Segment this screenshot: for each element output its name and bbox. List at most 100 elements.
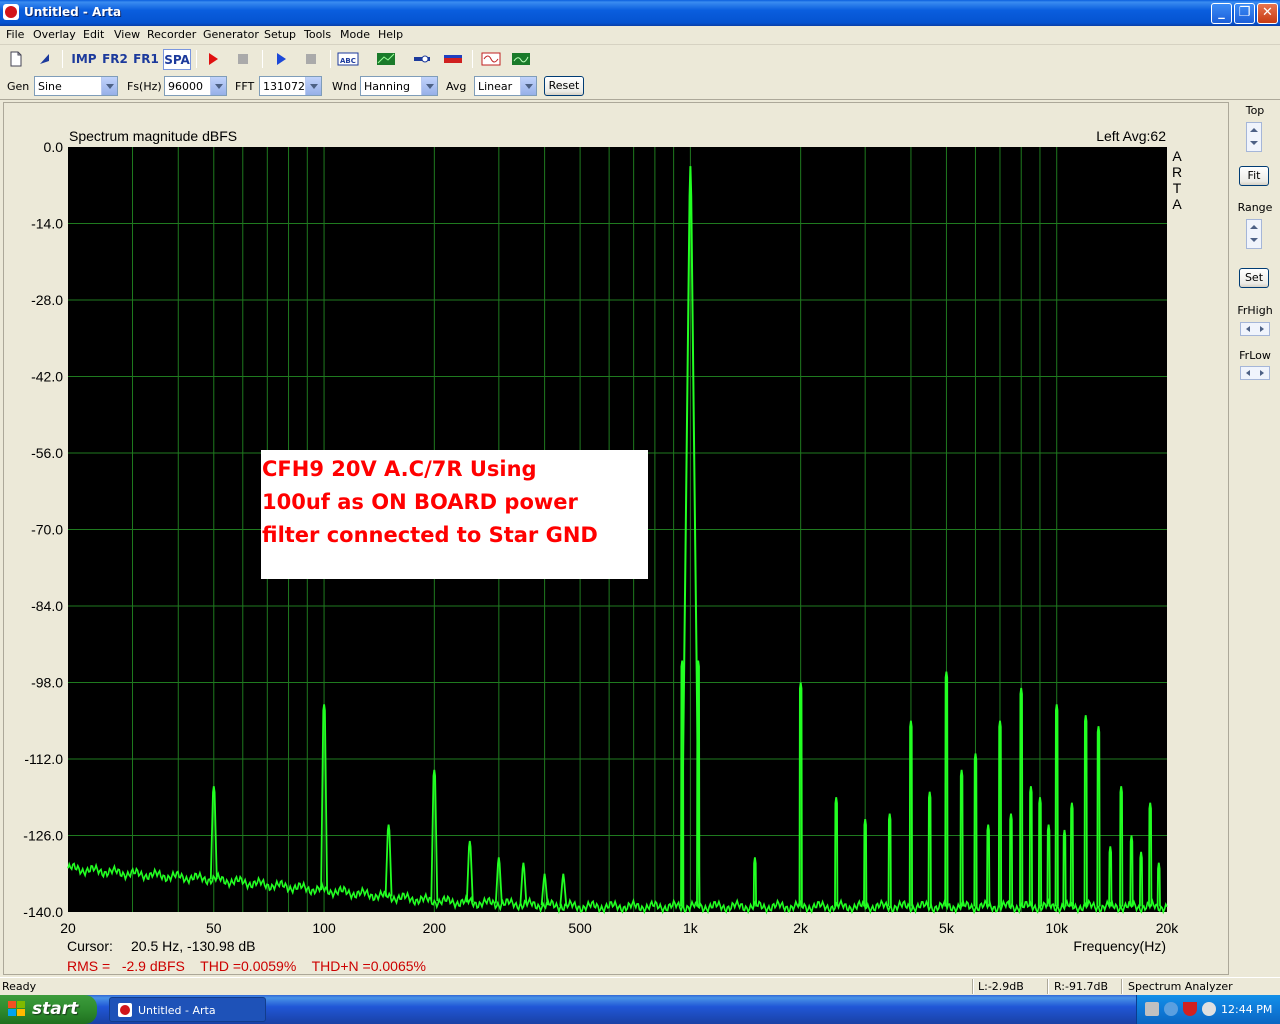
top-spinner[interactable]	[1246, 122, 1262, 152]
menu-overlay[interactable]: Overlay	[33, 28, 76, 41]
stop-record-icon[interactable]	[231, 49, 255, 70]
brand-letter: A	[1172, 196, 1182, 212]
x-axis-label: Frequency(Hz)	[1073, 938, 1166, 954]
security-shield-icon[interactable]	[1183, 1002, 1197, 1016]
new-file-icon[interactable]	[4, 49, 28, 70]
window-value: Hanning	[364, 80, 410, 93]
stop-play-icon[interactable]	[299, 49, 323, 70]
antivirus-icon[interactable]	[1202, 1002, 1216, 1016]
menu-view[interactable]: View	[114, 28, 140, 41]
start-button[interactable]: start	[0, 995, 97, 1024]
graph-setup-icon[interactable]	[374, 49, 398, 70]
svg-text:ABC: ABC	[340, 57, 356, 65]
right-control-panel: Top Fit Range Set FrHigh FrLow	[1230, 102, 1280, 975]
window-select[interactable]: Hanning	[360, 76, 438, 96]
windows-logo-icon	[8, 1001, 26, 1018]
menu-setup[interactable]: Setup	[264, 28, 296, 41]
start-label: start	[32, 999, 79, 1019]
chevron-down-icon[interactable]	[1247, 137, 1261, 151]
minimize-button[interactable]: _	[1211, 3, 1232, 24]
taskbar-item-arta[interactable]: Untitled - Arta	[109, 997, 266, 1022]
avg-label: Avg	[446, 80, 467, 93]
set-button[interactable]: Set	[1239, 268, 1269, 288]
x-tick-label: 5k	[939, 920, 955, 936]
frhigh-label: FrHigh	[1237, 304, 1273, 317]
right-level: R:-91.7dB	[1054, 980, 1109, 993]
frhigh-spinner[interactable]	[1240, 322, 1270, 336]
arta-app-icon	[3, 4, 19, 20]
chevron-down-icon[interactable]	[1247, 234, 1261, 248]
averaging-value: Linear	[478, 80, 513, 93]
y-tick-label: -14.0	[31, 216, 63, 232]
colors-icon[interactable]	[441, 49, 465, 70]
menu-tools[interactable]: Tools	[304, 28, 331, 41]
y-tick-label: -126.0	[23, 828, 63, 844]
network-icon[interactable]	[1145, 1002, 1159, 1016]
annotation-line: 100uf as ON BOARD power	[262, 490, 579, 514]
chevron-right-icon[interactable]	[1260, 326, 1264, 332]
chevron-down-icon	[101, 77, 117, 95]
chevron-up-icon[interactable]	[1247, 220, 1261, 234]
mode-status: Spectrum Analyzer	[1128, 980, 1233, 993]
chevron-up-icon[interactable]	[1247, 123, 1261, 137]
reset-button[interactable]: Reset	[544, 76, 584, 96]
chevron-left-icon[interactable]	[1246, 370, 1250, 376]
fr2-mode-button[interactable]: FR2	[101, 49, 129, 70]
arta-app-icon	[118, 1003, 132, 1017]
chart-title: Spectrum magnitude dBFS	[69, 128, 237, 144]
fit-button[interactable]: Fit	[1239, 166, 1269, 186]
x-tick-label: 1k	[683, 920, 699, 936]
top-label: Top	[1245, 104, 1265, 117]
x-tick-label: 50	[206, 920, 222, 936]
open-file-icon[interactable]	[32, 49, 56, 70]
chevron-right-icon[interactable]	[1260, 370, 1264, 376]
frlow-spinner[interactable]	[1240, 366, 1270, 380]
y-tick-label: 0.0	[44, 139, 64, 155]
y-tick-label: -70.0	[31, 522, 63, 538]
chevron-down-icon	[210, 77, 226, 95]
x-tick-label: 20	[60, 920, 76, 936]
volume-icon[interactable]	[1164, 1002, 1178, 1016]
spectrum-chart[interactable]: Spectrum magnitude dBFS Left Avg:62 A R …	[4, 103, 1230, 976]
spectrum-view-icon[interactable]	[509, 49, 533, 70]
chevron-left-icon[interactable]	[1246, 326, 1250, 332]
averaging-select[interactable]: Linear	[474, 76, 537, 96]
maximize-button[interactable]: ❐	[1234, 3, 1255, 24]
brand-letter: R	[1172, 164, 1182, 180]
generator-select[interactable]: Sine	[34, 76, 118, 96]
menu-edit[interactable]: Edit	[83, 28, 104, 41]
left-level: L:-2.9dB	[978, 980, 1024, 993]
chevron-down-icon	[305, 77, 321, 95]
play-icon[interactable]	[269, 49, 293, 70]
status-ready: Ready	[2, 980, 37, 993]
menu-help[interactable]: Help	[378, 28, 403, 41]
fs-label: Fs(Hz)	[127, 80, 162, 93]
annotation-box: CFH9 20V A.C/7R Using 100uf as ON BOARD …	[261, 450, 648, 579]
fft-size-select[interactable]: 131072	[259, 76, 322, 96]
frlow-label: FrLow	[1239, 349, 1271, 362]
record-icon[interactable]	[201, 49, 225, 70]
fft-size-value: 131072	[263, 80, 305, 93]
signal-view-icon[interactable]	[479, 49, 503, 70]
menu-mode[interactable]: Mode	[340, 28, 370, 41]
sample-rate-value: 96000	[168, 80, 203, 93]
x-tick-label: 2k	[793, 920, 809, 936]
cursor-value: 20.5 Hz, -130.98 dB	[131, 938, 256, 954]
menu-file[interactable]: File	[6, 28, 24, 41]
menu-generator[interactable]: Generator	[203, 28, 259, 41]
x-axis-ticks: 20 50 100 200 500 1k 2k 5k 10k 20k	[60, 920, 1179, 936]
taskbar-item-label: Untitled - Arta	[138, 1004, 216, 1017]
chevron-down-icon	[421, 77, 437, 95]
y-tick-label: -84.0	[31, 598, 63, 614]
fr1-mode-button[interactable]: FR1	[132, 49, 160, 70]
menu-recorder[interactable]: Recorder	[147, 28, 196, 41]
range-spinner[interactable]	[1246, 219, 1262, 249]
x-tick-label: 10k	[1045, 920, 1069, 936]
measure-icon[interactable]	[410, 49, 434, 70]
imp-mode-button[interactable]: IMP	[70, 49, 98, 70]
close-button[interactable]: ✕	[1257, 3, 1278, 24]
y-axis-ticks: 0.0 -14.0 -28.0 -42.0 -56.0 -70.0 -84.0 -98.0 -1…	[23, 139, 63, 920]
spa-mode-button[interactable]: SPA	[163, 49, 191, 70]
sample-rate-select[interactable]: 96000	[164, 76, 227, 96]
abc-annotate-icon[interactable]: ABC	[336, 49, 360, 70]
